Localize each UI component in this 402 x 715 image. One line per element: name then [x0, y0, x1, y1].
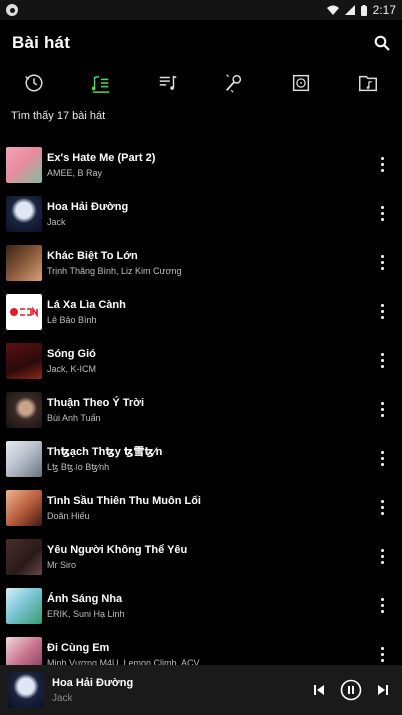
- album-art: [6, 244, 42, 281]
- album-art: [6, 195, 42, 232]
- more-options-icon[interactable]: [372, 150, 392, 180]
- album-art: [6, 342, 42, 379]
- more-options-icon[interactable]: [372, 591, 392, 621]
- album-art: [6, 293, 42, 330]
- now-playing-bar[interactable]: Hoa Hải Đường Jack: [0, 665, 402, 715]
- song-title: Khác Biệt To Lớn: [47, 249, 138, 262]
- list-item[interactable]: Khác Biệt To Lớn Trịnh Thăng Bình, Liz Ki…: [0, 238, 402, 287]
- search-icon[interactable]: [374, 35, 390, 51]
- tab-songs[interactable]: [83, 68, 119, 98]
- song-title: Ánh Sáng Nha: [47, 592, 123, 605]
- previous-icon[interactable]: [312, 683, 326, 697]
- wifi-icon: [326, 5, 339, 15]
- song-artist: Doãn Hiếu: [47, 510, 90, 521]
- tab-albums[interactable]: [283, 68, 319, 98]
- app-header: Bài hát: [0, 20, 402, 66]
- csn-logo: [9, 305, 39, 318]
- album-art: [6, 440, 42, 477]
- more-options-icon[interactable]: [372, 395, 392, 425]
- more-options-icon[interactable]: [372, 542, 392, 572]
- album-art: [6, 538, 42, 575]
- song-title: Hoa Hải Đường: [47, 200, 129, 213]
- album-icon: [293, 74, 310, 92]
- now-playing-art: [8, 672, 44, 708]
- song-artist: Lꜩ Bꜩ꜋o Bꜩ⁄nh: [47, 461, 110, 472]
- song-artist: Lê Bảo Bình: [47, 314, 97, 325]
- folder-music-icon: [359, 75, 377, 92]
- more-options-icon[interactable]: [372, 248, 392, 278]
- list-item[interactable]: Thꜩạch Thꜩy ꜩ雪ꜩ⁄n Lꜩ Bꜩ꜋o Bꜩ⁄nh: [0, 434, 402, 483]
- more-options-icon[interactable]: [372, 346, 392, 376]
- more-options-icon[interactable]: [372, 297, 392, 327]
- list-item[interactable]: Sóng Gió Jack, K-ICM: [0, 336, 402, 385]
- battery-icon: [360, 4, 367, 16]
- status-bar: 2:17: [0, 0, 402, 20]
- category-tabs: [0, 66, 402, 100]
- song-title: Sóng Gió: [47, 347, 96, 360]
- song-artist: ERIK, Suni Hạ Linh: [47, 608, 125, 619]
- list-item[interactable]: Lá Xa Lìa Cành Lê Bảo Bình: [0, 287, 402, 336]
- song-title: Thꜩạch Thꜩy ꜩ雪ꜩ⁄n: [47, 445, 163, 458]
- song-title: Tình Sầu Thiên Thu Muôn Lối: [47, 494, 201, 507]
- album-art: [6, 587, 42, 624]
- more-options-icon[interactable]: [372, 444, 392, 474]
- song-title: Đi Cùng Em: [47, 641, 110, 654]
- song-artist: Mr Siro: [47, 559, 76, 570]
- tab-recent[interactable]: [16, 68, 52, 98]
- song-artist: Jack, K-ICM: [47, 363, 97, 374]
- song-title: Ex's Hate Me (Part 2): [47, 151, 156, 164]
- song-artist: Trịnh Thăng Bình, Liz Kim Cương: [47, 265, 182, 276]
- song-count: Tìm thấy 17 bài hát: [11, 110, 106, 122]
- album-art: [6, 489, 42, 526]
- list-item[interactable]: Tình Sầu Thiên Thu Muôn Lối Doãn Hiếu: [0, 483, 402, 532]
- list-item[interactable]: Yêu Người Không Thể Yêu Mr Siro: [0, 532, 402, 581]
- song-artist: Bùi Anh Tuấn: [47, 412, 101, 423]
- more-options-icon[interactable]: [372, 199, 392, 229]
- tab-folders[interactable]: [350, 68, 386, 98]
- song-artist: AMEE, B Ray: [47, 167, 103, 178]
- more-options-icon[interactable]: [372, 493, 392, 523]
- now-playing-title: Hoa Hải Đường: [52, 676, 134, 689]
- signal-icon: [344, 5, 355, 15]
- list-item[interactable]: Ex's Hate Me (Part 2) AMEE, B Ray: [0, 140, 402, 189]
- notification-icon: [6, 4, 18, 16]
- album-art: [6, 391, 42, 428]
- album-art: [6, 146, 42, 183]
- now-playing-artist: Jack: [52, 692, 73, 704]
- list-item[interactable]: Thuận Theo Ý Trời Bùi Anh Tuấn: [0, 385, 402, 434]
- song-artist: Jack: [47, 216, 66, 227]
- clock-time: 2:17: [372, 3, 396, 17]
- song-title: Thuận Theo Ý Trời: [47, 396, 145, 409]
- list-item[interactable]: Ánh Sáng Nha ERIK, Suni Hạ Linh: [0, 581, 402, 630]
- song-list: Ex's Hate Me (Part 2) AMEE, B Ray Hoa Hải…: [0, 140, 402, 679]
- tab-playlists[interactable]: [150, 68, 186, 98]
- pause-icon[interactable]: [340, 679, 362, 701]
- tab-artists[interactable]: [216, 68, 252, 98]
- microphone-icon: [226, 74, 242, 93]
- song-title: Yêu Người Không Thể Yêu: [47, 543, 188, 556]
- clock-icon: [25, 74, 43, 92]
- song-title: Lá Xa Lìa Cành: [47, 298, 126, 311]
- music-list-icon: [91, 75, 110, 93]
- page-title: Bài hát: [12, 33, 71, 52]
- next-icon[interactable]: [376, 683, 390, 697]
- list-item[interactable]: Hoa Hải Đường Jack: [0, 189, 402, 238]
- playlist-icon: [159, 75, 177, 90]
